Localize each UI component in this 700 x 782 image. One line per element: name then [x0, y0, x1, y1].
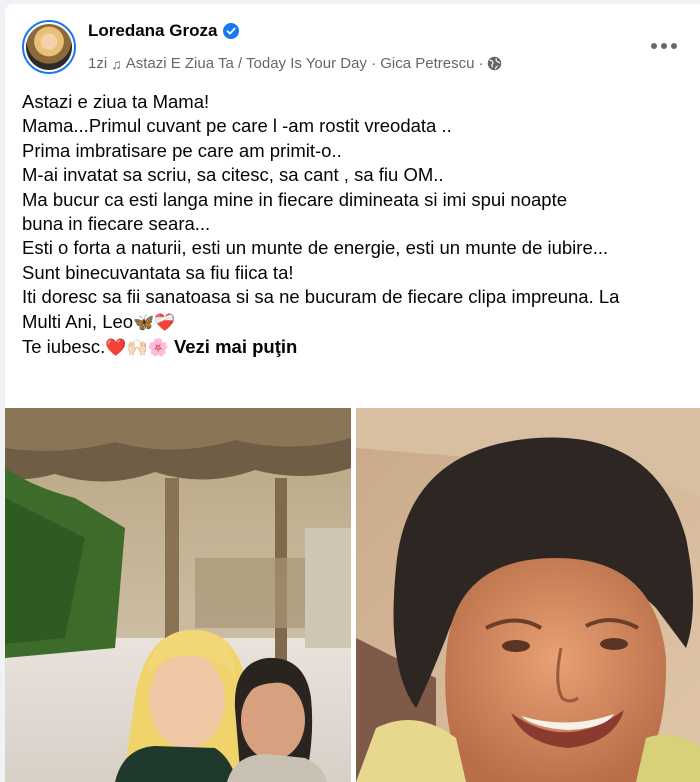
post-line: Sunt binecuvantata sa fiu fiica ta!	[22, 261, 294, 283]
post-line: Mama...Primul cuvant pe care l -am rosti…	[22, 115, 452, 137]
post-line: M-ai invatat sa scriu, sa citesc, sa can…	[22, 164, 444, 186]
globe-icon[interactable]	[487, 56, 502, 71]
avatar-image	[26, 24, 72, 70]
post-time[interactable]: 1zi	[88, 55, 107, 72]
photo-beach[interactable]	[5, 408, 351, 782]
post-line: Iti doresc sa fii sanatoasa si sa ne buc…	[22, 286, 620, 308]
post-line: Ma bucur ca esti langa mine in fiecare d…	[22, 188, 568, 210]
post-header: Loredana Groza 1zi ♫ Astazi E Ziua Ta / …	[5, 4, 700, 84]
author-row: Loredana Groza	[88, 21, 240, 41]
heart-hands-flower-emoji: ❤️🙌🏻🌸	[105, 338, 169, 358]
post-line: Prima imbratisare pe care am primit-o..	[22, 139, 342, 161]
avatar[interactable]	[22, 20, 76, 74]
photo-beach-image	[5, 408, 351, 782]
post-card: Loredana Groza 1zi ♫ Astazi E Ziua Ta / …	[5, 4, 700, 782]
photo-portrait[interactable]	[356, 408, 700, 782]
post-line-last: Te iubesc.❤️🙌🏻🌸 Vezi mai puţin	[22, 335, 694, 360]
post-line: Astazi e ziua ta Mama!	[22, 91, 210, 112]
meta-separator: ·	[478, 55, 484, 72]
verified-badge-icon	[223, 23, 240, 39]
more-options-icon[interactable]	[646, 32, 682, 60]
butterfly-heart-emoji: 🦋❤️‍🩹	[133, 312, 176, 332]
music-note-icon: ♫	[111, 55, 122, 72]
post-line: Multi Ani, Leo	[22, 310, 134, 332]
photo-grid	[5, 408, 700, 782]
post-text: Astazi e ziua ta Mama! Mama...Primul cuv…	[22, 90, 694, 360]
post-line: Te iubesc.	[22, 336, 106, 358]
post-line-leo: Multi Ani, Leo🦋❤️‍🩹	[22, 310, 694, 335]
photo-portrait-image	[356, 408, 700, 782]
post-line: buna in fiecare seara...	[22, 213, 211, 235]
post-meta: 1zi ♫ Astazi E Ziua Ta / Today Is Your D…	[88, 55, 502, 72]
song-title[interactable]: Astazi E Ziua Ta / Today Is Your Day · G…	[126, 55, 475, 72]
author-name[interactable]: Loredana Groza	[88, 21, 217, 41]
see-less-link[interactable]: Vezi mai puţin	[174, 336, 297, 357]
post-line: Esti o forta a naturii, esti un munte de…	[22, 237, 609, 259]
